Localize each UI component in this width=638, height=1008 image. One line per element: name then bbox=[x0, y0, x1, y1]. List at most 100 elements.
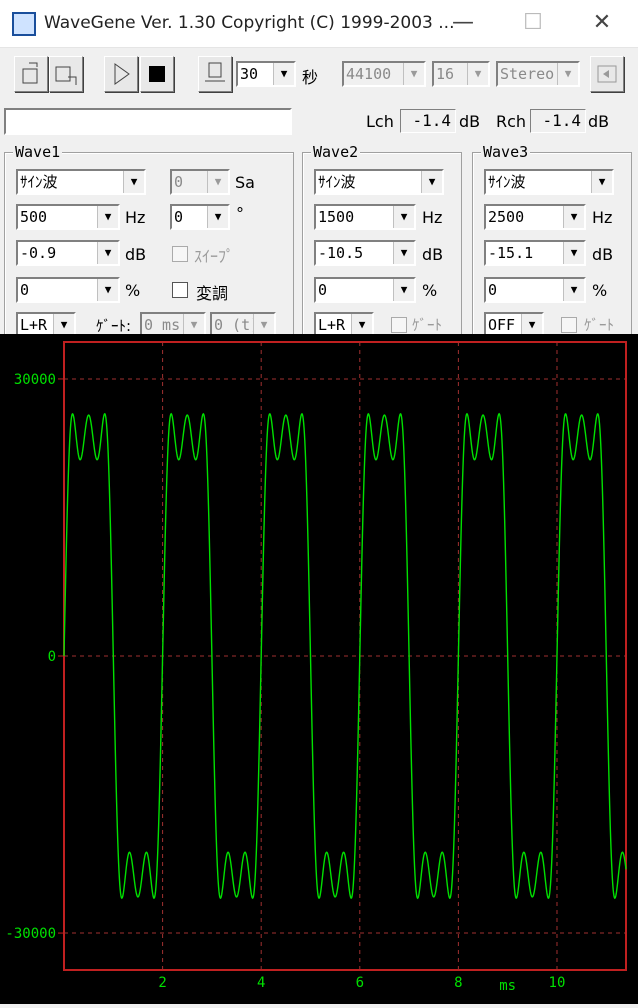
chevron-down-icon: ▼ bbox=[467, 63, 488, 85]
chevron-down-icon: ▼ bbox=[207, 206, 228, 228]
wave2-gate-label: ｹﾞｰﾄ bbox=[412, 316, 443, 334]
y-tick-label: 30000 bbox=[14, 372, 56, 388]
wave3-gate-checkbox[interactable] bbox=[561, 317, 577, 333]
wave3-level-value: -15.1 bbox=[488, 244, 534, 262]
bit-depth-value: 16 bbox=[436, 65, 455, 83]
chevron-down-icon: ▼ bbox=[591, 171, 612, 193]
rch-value: -1.4 bbox=[530, 109, 586, 133]
stop-icon bbox=[149, 66, 165, 82]
rch-label: Rch bbox=[496, 112, 527, 131]
save-icon bbox=[55, 66, 77, 85]
wave1-ratio-unit: % bbox=[125, 281, 141, 300]
bit-depth-select: 16 ▼ bbox=[432, 61, 490, 87]
chevron-down-icon: ▼ bbox=[97, 206, 118, 228]
chevron-down-icon: ▼ bbox=[403, 63, 424, 85]
wave3-level-unit: dB bbox=[592, 245, 614, 264]
wave3-level-select[interactable]: -15.1 ▼ bbox=[484, 240, 586, 266]
wave1-modulation-label: 変調 bbox=[196, 284, 229, 303]
chevron-down-icon: ▼ bbox=[563, 206, 584, 228]
wave1-title: Wave1 bbox=[13, 143, 63, 161]
chevron-down-icon: ▼ bbox=[123, 171, 144, 193]
chevron-down-icon: ▼ bbox=[97, 279, 118, 301]
wave1-sa-select: 0 ▼ bbox=[170, 169, 230, 195]
y-tick-label: 0 bbox=[48, 649, 56, 665]
wave2-ratio-select[interactable]: 0 ▼ bbox=[314, 277, 416, 303]
wave2-channel-value: L+R bbox=[318, 316, 346, 334]
sample-rate-select: 44100 ▼ bbox=[342, 61, 426, 87]
wave1-phase-select[interactable]: 0 ▼ bbox=[170, 204, 230, 230]
wave2-ratio-value: 0 bbox=[318, 281, 328, 299]
chevron-down-icon: ▼ bbox=[253, 314, 274, 336]
timer-button[interactable] bbox=[198, 56, 232, 92]
wave1-ratio-select[interactable]: 0 ▼ bbox=[16, 277, 120, 303]
x-tick-label: 2 bbox=[158, 975, 166, 991]
play-button[interactable] bbox=[104, 56, 138, 92]
wave1-level-select[interactable]: -0.9 ▼ bbox=[16, 240, 120, 266]
wave3-frequency-value: 2500 bbox=[488, 208, 525, 226]
x-tick-label: 8 bbox=[454, 975, 462, 991]
load-icon bbox=[22, 62, 38, 84]
wave3-gate-label: ｹﾞｰﾄ bbox=[584, 316, 615, 334]
chevron-down-icon: ▼ bbox=[351, 314, 372, 336]
wave1-waveform-value: ｻｲﾝ波 bbox=[20, 173, 58, 191]
wave1-freq-unit: Hz bbox=[125, 208, 146, 227]
maximize-button[interactable]: ☐ bbox=[518, 10, 548, 38]
chevron-down-icon: ▼ bbox=[207, 171, 228, 193]
wave2-frequency-select[interactable]: 1500 ▼ bbox=[314, 204, 416, 230]
wave3-ratio-value: 0 bbox=[488, 281, 498, 299]
wave3-frequency-select[interactable]: 2500 ▼ bbox=[484, 204, 586, 230]
wave3-ratio-select[interactable]: 0 ▼ bbox=[484, 277, 586, 303]
wave2-level-unit: dB bbox=[422, 245, 444, 264]
wave1-waveform-select[interactable]: ｻｲﾝ波 ▼ bbox=[16, 169, 146, 195]
export-button[interactable] bbox=[590, 56, 624, 92]
wave2-waveform-value: ｻｲﾝ波 bbox=[318, 173, 356, 191]
timer-icon bbox=[205, 62, 225, 82]
wave2-freq-unit: Hz bbox=[422, 208, 443, 227]
chevron-down-icon: ▼ bbox=[183, 314, 204, 336]
stop-button[interactable] bbox=[140, 56, 174, 92]
wave1-gate-label: ｹﾞｰﾄ: bbox=[96, 317, 132, 335]
x-tick-label: 4 bbox=[257, 975, 265, 991]
minimize-button[interactable]: — bbox=[448, 10, 478, 38]
chevron-down-icon: ▼ bbox=[421, 171, 442, 193]
x-tick-label: 6 bbox=[356, 975, 364, 991]
wave3-title: Wave3 bbox=[481, 143, 531, 161]
wave2-level-value: -10.5 bbox=[318, 244, 364, 262]
chevron-down-icon: ▼ bbox=[563, 279, 584, 301]
waveform-display: 2 4 6 8 10 30000 0 -30000 ms bbox=[0, 334, 638, 1004]
x-tick-label: 10 bbox=[549, 975, 566, 991]
wave1-frequency-value: 500 bbox=[20, 208, 48, 226]
wave3-ratio-unit: % bbox=[592, 281, 608, 300]
channels-value: Stereo bbox=[500, 65, 555, 83]
close-button[interactable]: ✕ bbox=[587, 10, 617, 38]
wave1-phase-value: 0 bbox=[174, 208, 184, 226]
window-title: WaveGene Ver. 1.30 Copyright (C) 1999-20… bbox=[44, 13, 455, 33]
status-field[interactable] bbox=[4, 108, 292, 135]
chevron-down-icon: ▼ bbox=[97, 242, 118, 264]
chevron-down-icon: ▼ bbox=[393, 279, 414, 301]
wave1-frequency-select[interactable]: 500 ▼ bbox=[16, 204, 120, 230]
lch-label: Lch bbox=[366, 112, 394, 131]
wave1-sweep-checkbox[interactable] bbox=[172, 246, 188, 262]
speaker-icon bbox=[597, 65, 617, 83]
wave1-phase-unit: ° bbox=[236, 204, 244, 223]
wave1-level-unit: dB bbox=[125, 245, 147, 264]
duration-select[interactable]: 30 ▼ bbox=[236, 61, 296, 87]
wave2-waveform-select[interactable]: ｻｲﾝ波 ▼ bbox=[314, 169, 444, 195]
wave2-frequency-value: 1500 bbox=[318, 208, 355, 226]
wave3-waveform-select[interactable]: ｻｲﾝ波 ▼ bbox=[484, 169, 614, 195]
wave1-sa-value: 0 bbox=[174, 173, 184, 191]
wave2-gate-checkbox[interactable] bbox=[391, 317, 407, 333]
title-bar: WaveGene Ver. 1.30 Copyright (C) 1999-20… bbox=[0, 0, 638, 48]
save-button[interactable] bbox=[49, 56, 83, 92]
wave2-level-select[interactable]: -10.5 ▼ bbox=[314, 240, 416, 266]
chevron-down-icon: ▼ bbox=[53, 314, 74, 336]
wave3-channel-value: OFF bbox=[488, 316, 516, 334]
load-button[interactable] bbox=[14, 56, 48, 92]
duration-unit: 秒 bbox=[302, 68, 319, 87]
wave1-modulation-checkbox[interactable] bbox=[172, 282, 188, 298]
duration-value: 30 bbox=[240, 65, 259, 83]
lch-unit: dB bbox=[459, 112, 481, 131]
wave2-ratio-unit: % bbox=[422, 281, 438, 300]
chevron-down-icon: ▼ bbox=[557, 63, 578, 85]
